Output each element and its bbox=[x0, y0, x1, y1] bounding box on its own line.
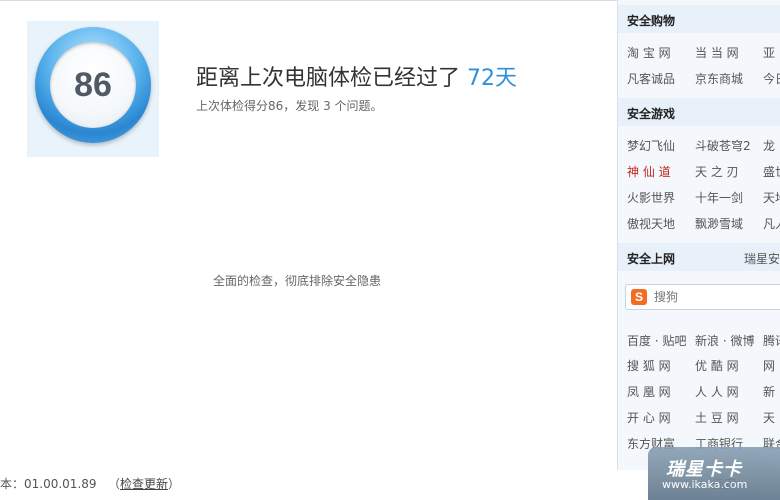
headline-text: 距离上次电脑体检已经过了 bbox=[196, 66, 461, 91]
score-tile: 86 bbox=[27, 21, 159, 157]
watermark-logo: 瑞星卡卡 www.ikaka.com bbox=[648, 447, 780, 500]
section-title-shopping: 安全购物 bbox=[627, 14, 676, 28]
link-web[interactable]: 土 豆 网 bbox=[695, 409, 739, 426]
update-close: ） bbox=[168, 477, 181, 491]
page-title: 距离上次电脑体检已经过了 72天 bbox=[196, 60, 517, 92]
link-game[interactable]: 飘渺雪域 bbox=[695, 215, 743, 232]
link-web[interactable]: 人 人 网 bbox=[695, 383, 739, 400]
link-game[interactable]: 凡人 bbox=[763, 215, 780, 232]
link-web[interactable]: 搜 狐 网 bbox=[627, 357, 671, 374]
link-game[interactable]: 火影世界 bbox=[627, 189, 675, 206]
version-text: 本：01.00.01.89 bbox=[0, 477, 97, 491]
tagline: 全面的检查，彻底排除安全隐患 bbox=[213, 274, 382, 288]
sogou-search-box[interactable]: S bbox=[625, 284, 780, 310]
search-input[interactable] bbox=[654, 288, 779, 306]
update-open: （ bbox=[107, 477, 120, 491]
section-title-games: 安全游戏 bbox=[627, 107, 676, 121]
link-game[interactable]: 梦幻飞仙 bbox=[627, 137, 675, 154]
check-update-link[interactable]: 检查更新 bbox=[120, 477, 168, 491]
link-web[interactable]: 腾讯 bbox=[763, 332, 780, 349]
watermark-url: www.ikaka.com bbox=[662, 478, 748, 491]
link-jinri[interactable]: 今日 bbox=[763, 70, 780, 87]
sogou-icon: S bbox=[631, 289, 647, 305]
link-web[interactable]: 网 bbox=[763, 357, 775, 374]
link-web[interactable]: 天 bbox=[763, 409, 775, 426]
link-web[interactable]: 凤 凰 网 bbox=[627, 383, 671, 400]
score-dial: 86 bbox=[50, 42, 136, 128]
link-game-highlight[interactable]: 神 仙 道 bbox=[627, 163, 671, 180]
link-web[interactable]: 新 bbox=[763, 383, 775, 400]
right-sidebar: 安全购物 淘 宝 网 当 当 网 亚 凡客诚品 京东商城 今日 安全游戏 梦幻飞… bbox=[617, 0, 780, 470]
score-value: 86 bbox=[74, 66, 112, 104]
link-dangdang[interactable]: 当 当 网 bbox=[695, 44, 739, 61]
link-web[interactable]: 新浪 · 微博 bbox=[695, 332, 754, 349]
days-since-checkup: 72天 bbox=[467, 66, 518, 91]
link-web[interactable]: 开 心 网 bbox=[627, 409, 671, 426]
link-vancl[interactable]: 凡客诚品 bbox=[627, 70, 675, 87]
link-game[interactable]: 盛世 bbox=[763, 163, 780, 180]
link-amazon[interactable]: 亚 bbox=[763, 44, 775, 61]
footer-version: 本：01.00.01.89 （检查更新） bbox=[0, 475, 180, 492]
section-title-web: 安全上网 bbox=[627, 252, 676, 266]
rising-safe-link[interactable]: 瑞星安 bbox=[744, 250, 780, 267]
link-jd[interactable]: 京东商城 bbox=[695, 70, 743, 87]
link-game[interactable]: 龙 bbox=[763, 137, 775, 154]
link-taobao[interactable]: 淘 宝 网 bbox=[627, 44, 671, 61]
link-web[interactable]: 百度 · 贴吧 bbox=[627, 332, 686, 349]
link-game[interactable]: 天 之 刃 bbox=[695, 163, 739, 180]
link-game[interactable]: 十年一剑 bbox=[695, 189, 743, 206]
link-game[interactable]: 斗破苍穹2 bbox=[695, 137, 751, 154]
link-game[interactable]: 傲视天地 bbox=[627, 215, 675, 232]
link-game[interactable]: 天地 bbox=[763, 189, 780, 206]
link-web[interactable]: 优 酷 网 bbox=[695, 357, 739, 374]
last-checkup-summary: 上次体检得分86，发现 3 个问题。 bbox=[196, 99, 383, 113]
score-ring: 86 bbox=[35, 27, 151, 143]
